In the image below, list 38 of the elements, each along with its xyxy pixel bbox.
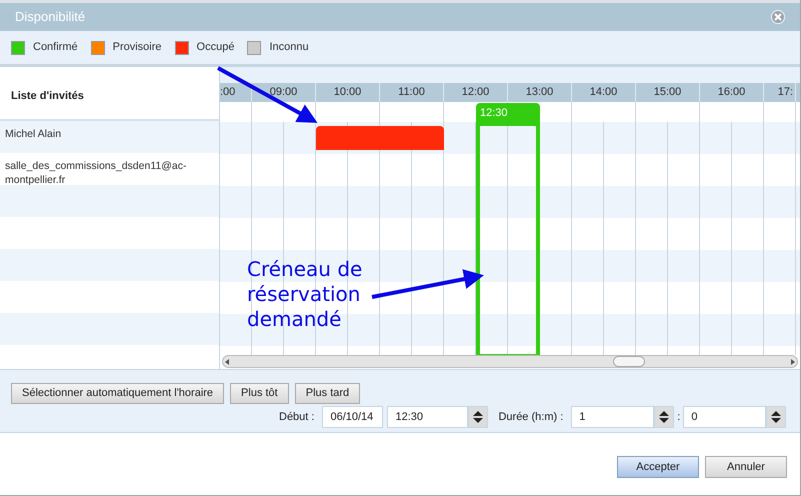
minutes-field[interactable]: 0 [683,406,766,428]
attendee-name: Michel Alain [5,126,62,141]
column-header: Liste d'invités [11,88,84,104]
separator-text: : [677,410,680,425]
hour-label: 15:00 [654,85,682,100]
start-label: Début : [279,410,314,425]
spinner-icon[interactable] [654,406,674,428]
hours-field[interactable]: 1 [571,406,654,428]
hour-label: 09:00 [270,85,298,100]
dialog-button[interactable]: Annuler [705,456,787,478]
attendee-name: salle_des_commissions_dsden11@ac-montpellier.fr [5,158,188,187]
scroll-left-icon[interactable] [225,358,229,364]
hour-label: 16:00 [718,85,746,100]
spinner-icon[interactable] [766,406,786,428]
legend-label: Provisoire [112,40,162,56]
action-button[interactable]: Plus tard [294,383,360,404]
hour-label: 17: [778,85,793,100]
legend-label: Inconnu [269,40,309,56]
dialog-button[interactable]: Accepter [617,456,699,478]
action-button[interactable]: Plus tôt [230,383,289,404]
scroll-right-icon[interactable] [791,358,795,364]
hour-label: 14:00 [590,85,618,100]
spinner-icon[interactable] [468,406,488,428]
legend-label: Occupé [196,40,234,56]
time-field[interactable]: 12:30 [387,406,468,428]
hour-label: 13:00 [526,85,554,100]
hour-label: 12:00 [462,85,490,100]
annotation-text: Créneau de réservation demandé [247,257,364,332]
date-field[interactable]: 06/10/14 [322,406,384,428]
duration-label: Durée (h:m) : [498,410,564,425]
scroll-thumb[interactable] [613,356,645,367]
legend-label: Confirmé [33,40,78,56]
hour-label: 10:00 [334,85,362,100]
action-button[interactable]: Sélectionner automatiquement l'horaire [11,383,224,404]
hour-label: 11:00 [398,85,425,100]
window-title: Disponibilité [15,8,86,26]
hour-label: :00 [220,85,236,100]
horizontal-scrollbar[interactable] [222,355,798,368]
